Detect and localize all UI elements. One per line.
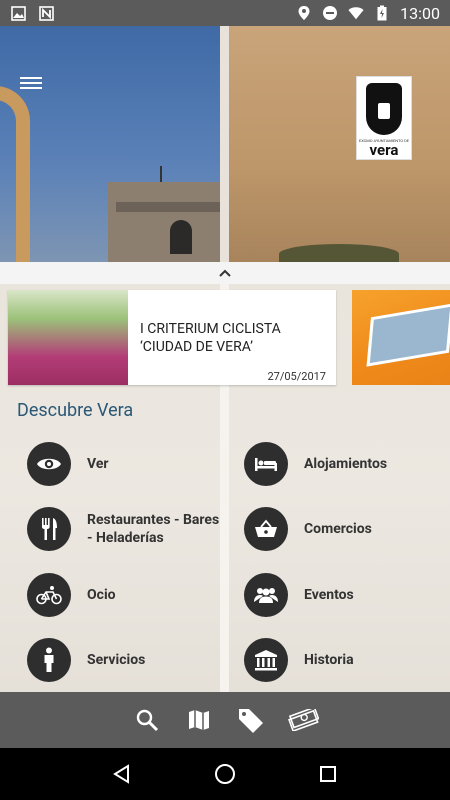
tag-icon[interactable] <box>235 704 267 736</box>
hero-photo-right <box>229 26 450 262</box>
money-icon[interactable] <box>287 704 319 736</box>
home-icon[interactable] <box>211 760 239 788</box>
category-ocio[interactable]: Ocio <box>27 573 116 617</box>
category-label: Alojamientos <box>304 456 388 472</box>
tower-window <box>170 220 192 254</box>
section-title: Descubre Vera <box>17 400 134 421</box>
news-card[interactable]: I CRITERIUM CICLISTA ‘CIUDAD DE VERA’ 27… <box>8 290 336 385</box>
person-icon <box>27 638 71 682</box>
news-thumbnail <box>366 303 450 367</box>
category-ver[interactable]: Ver <box>27 442 109 486</box>
recents-icon[interactable] <box>314 760 342 788</box>
android-nav-bar <box>0 748 450 800</box>
church-tower <box>108 182 220 262</box>
chevron-up-icon[interactable] <box>218 268 232 278</box>
arch-decoration <box>0 86 30 262</box>
shopping-basket-icon <box>244 507 288 551</box>
bed-icon <box>244 442 288 486</box>
category-label: Ocio <box>87 587 116 603</box>
n-icon <box>38 5 54 21</box>
coat-of-arms-icon <box>366 83 402 135</box>
cutlery-icon <box>27 507 71 551</box>
category-label: Servicios <box>87 652 146 668</box>
category-label: Comercios <box>304 521 372 537</box>
palm-decoration <box>279 244 399 262</box>
news-body: I CRITERIUM CICLISTA ‘CIUDAD DE VERA’ 27… <box>128 290 336 385</box>
category-servicios[interactable]: Servicios <box>27 638 145 682</box>
category-alojamientos[interactable]: Alojamientos <box>244 442 387 486</box>
museum-icon <box>244 638 288 682</box>
battery-charging-icon <box>374 5 390 21</box>
people-icon <box>244 573 288 617</box>
vera-logo: EXCMO AYUNTAMIENTO DE vera <box>356 76 412 160</box>
bicycle-icon <box>27 573 71 617</box>
hamburger-menu-icon[interactable] <box>20 74 42 92</box>
back-icon[interactable] <box>108 760 136 788</box>
category-label: Ver <box>87 456 109 472</box>
wifi-icon <box>348 5 364 21</box>
news-card-next[interactable] <box>352 290 450 385</box>
map-icon[interactable] <box>183 704 215 736</box>
category-label: Restaurantes - Bares - Heladerías <box>87 512 220 546</box>
category-comercios[interactable]: Comercios <box>244 507 372 551</box>
eye-icon <box>27 442 71 486</box>
bottom-toolbar <box>0 692 450 748</box>
category-label: Eventos <box>304 587 354 603</box>
hero-divider <box>220 26 229 262</box>
news-thumbnail <box>8 290 128 385</box>
news-title: I CRITERIUM CICLISTA ‘CIUDAD DE VERA’ <box>140 321 281 355</box>
do-not-disturb-icon <box>322 5 338 21</box>
search-icon[interactable] <box>131 704 163 736</box>
hero-banner: EXCMO AYUNTAMIENTO DE vera <box>0 26 450 262</box>
news-date: 27/05/2017 <box>267 370 326 383</box>
tower-ledge <box>116 202 220 212</box>
status-bar: 13:00 <box>0 0 450 26</box>
location-icon <box>296 5 312 21</box>
category-historia[interactable]: Historia <box>244 638 354 682</box>
hero-photo-left <box>0 26 220 262</box>
logo-word: vera <box>369 141 399 159</box>
status-time: 13:00 <box>400 3 440 23</box>
category-label: Historia <box>304 652 354 668</box>
category-restaurantes[interactable]: Restaurantes - Bares - Heladerías <box>27 507 227 551</box>
category-eventos[interactable]: Eventos <box>244 573 354 617</box>
expand-bar[interactable] <box>0 262 450 284</box>
image-icon <box>10 5 26 21</box>
